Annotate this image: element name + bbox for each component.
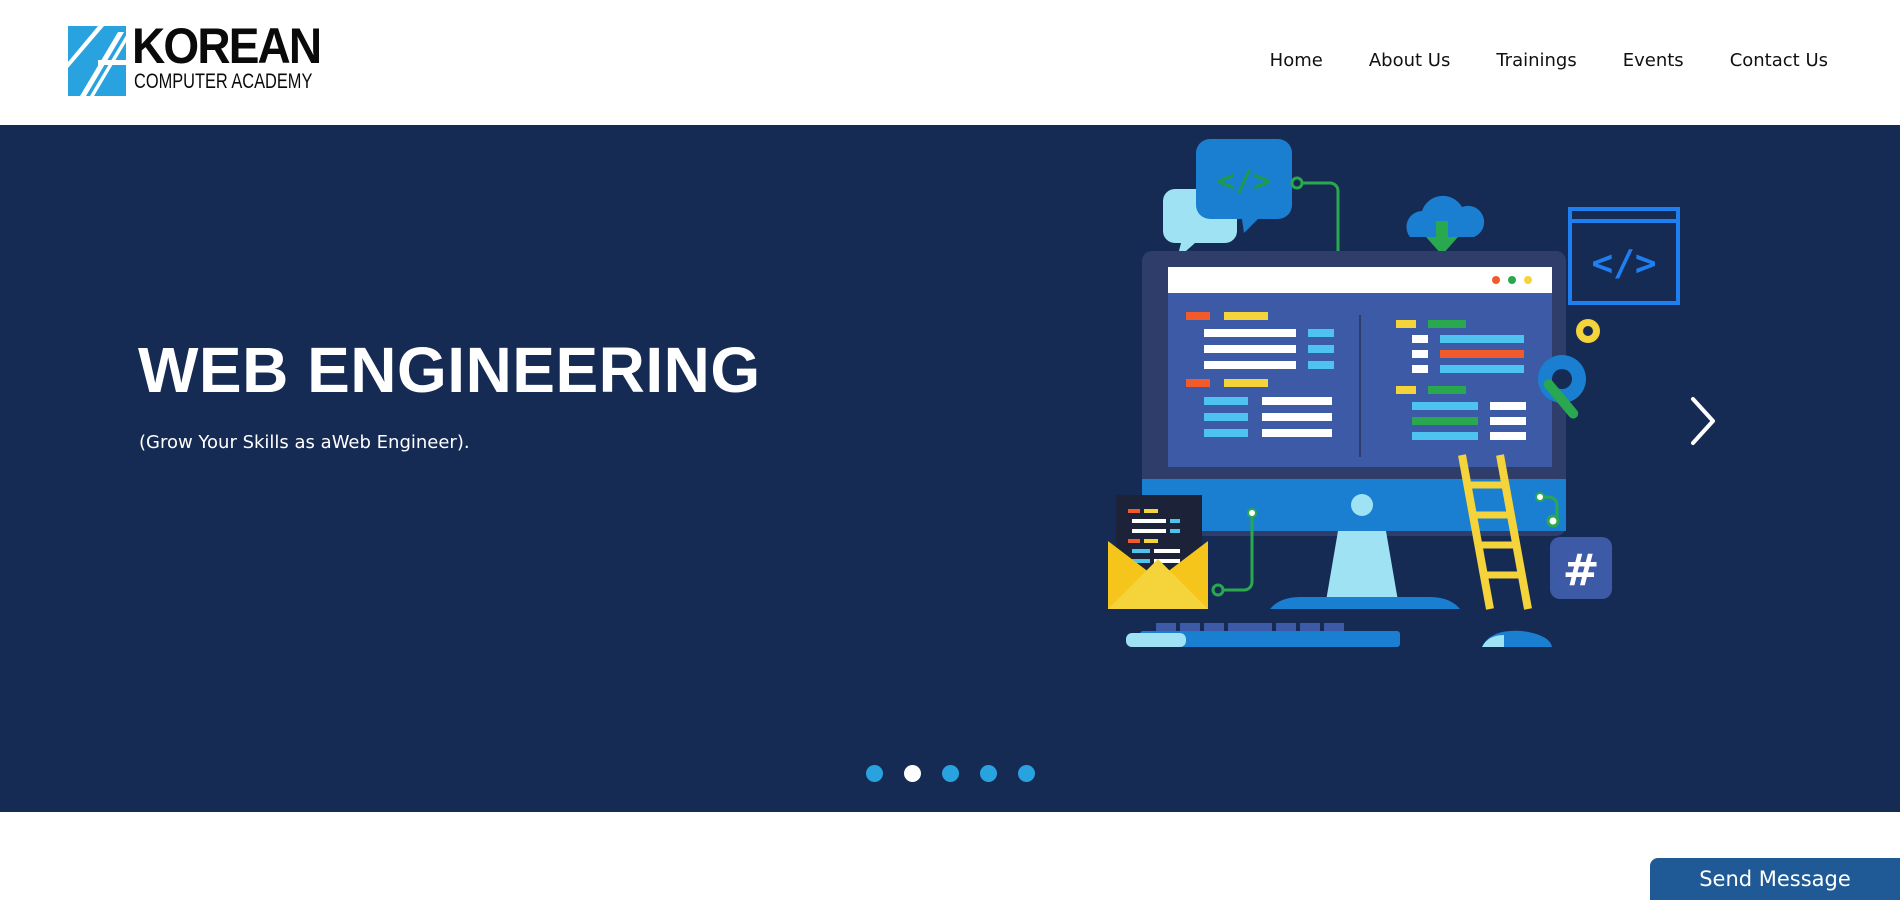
svg-text:</>: </>	[1591, 243, 1656, 284]
nav-trainings[interactable]: Trainings	[1496, 50, 1576, 71]
slide-dot-3[interactable]	[942, 765, 959, 782]
academy-logo-icon	[68, 26, 126, 96]
send-message-button[interactable]: Send Message	[1650, 858, 1900, 900]
logo-name-line1: KOREAN	[132, 18, 322, 74]
logo[interactable]: KOREAN COMPUTER ACADEMY	[68, 18, 322, 98]
hero-subtitle: (Grow Your Skills as aWeb Engineer).	[139, 432, 470, 453]
slider-pagination	[866, 765, 1035, 782]
chevron-right-icon[interactable]	[1685, 393, 1721, 449]
hero-slider: WEB ENGINEERING (Grow Your Skills as aWe…	[0, 125, 1900, 812]
slide-dot-5[interactable]	[1018, 765, 1035, 782]
site-header: KOREAN COMPUTER ACADEMY Home About Us Tr…	[0, 0, 1900, 125]
slide-dot-4[interactable]	[980, 765, 997, 782]
main-nav: Home About Us Trainings Events Contact U…	[1270, 50, 1828, 71]
nav-home[interactable]: Home	[1270, 50, 1323, 71]
svg-text:#: #	[1563, 545, 1600, 596]
web-development-illustration: </> </> #	[1108, 139, 1680, 647]
logo-name-line2: COMPUTER ACADEMY	[134, 70, 313, 93]
hero-title: WEB ENGINEERING	[138, 334, 761, 406]
slide-dot-2[interactable]	[904, 765, 921, 782]
nav-contact-us[interactable]: Contact Us	[1730, 50, 1828, 71]
slide-dot-1[interactable]	[866, 765, 883, 782]
nav-about-us[interactable]: About Us	[1369, 50, 1451, 71]
nav-events[interactable]: Events	[1623, 50, 1684, 71]
svg-text:</>: </>	[1217, 164, 1271, 199]
